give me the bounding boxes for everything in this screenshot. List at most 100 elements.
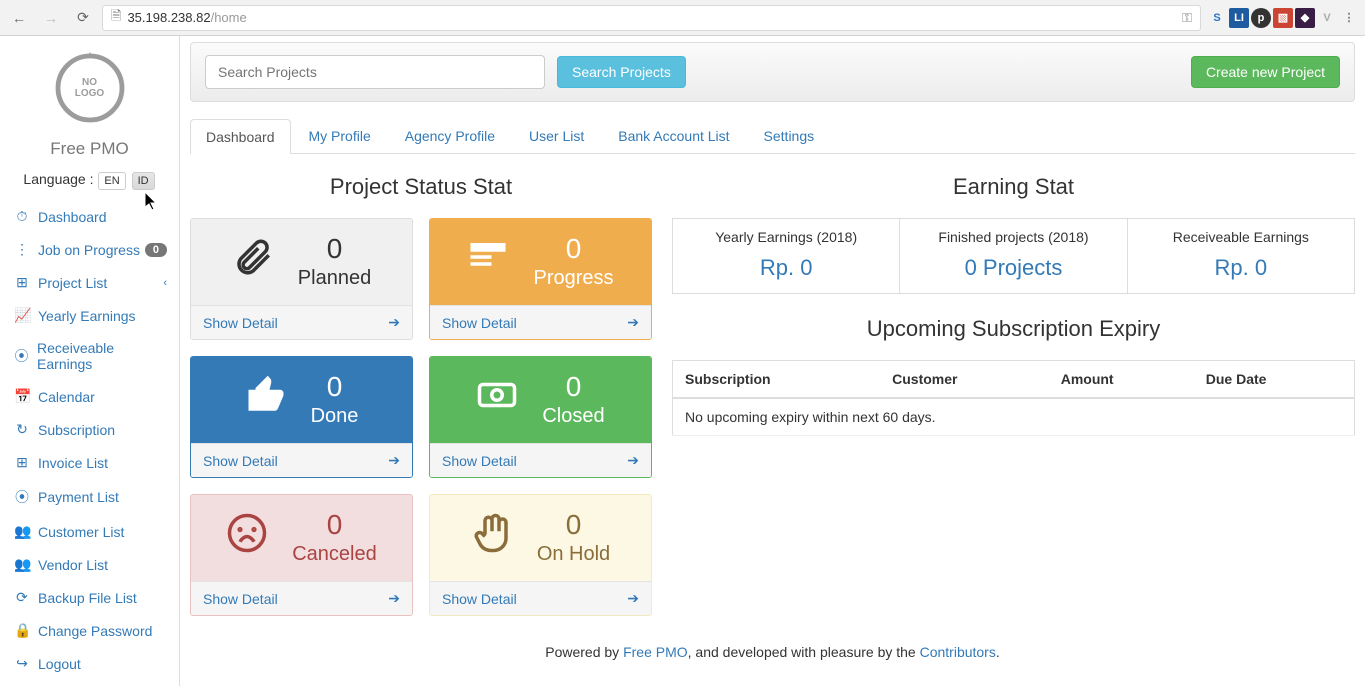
stat-card-progress: 0ProgressShow Detail➔	[429, 218, 652, 340]
back-button[interactable]: ←	[6, 5, 32, 31]
ext-screencast-icon[interactable]: ▧	[1273, 8, 1293, 28]
nav-icon: 👥	[14, 523, 30, 540]
address-bar[interactable]: 🗎 35.198.238.82/home ⚿	[102, 5, 1201, 31]
search-input[interactable]	[205, 55, 545, 89]
earning-cell-value[interactable]: Rp. 0	[1136, 255, 1346, 281]
key-icon: ⚿	[1182, 10, 1192, 26]
nav-icon: ⊞	[14, 274, 30, 291]
toolbar: Search Projects Create new Project	[190, 42, 1355, 102]
footer-link-contributors[interactable]: Contributors	[920, 644, 996, 660]
nav-icon: ↪	[14, 655, 30, 672]
table-header: Customer	[880, 361, 1049, 399]
tab-bank-account-list[interactable]: Bank Account List	[602, 118, 745, 153]
stat-icon	[232, 236, 280, 288]
footer-post: .	[996, 644, 1000, 660]
show-detail-link[interactable]: Show Detail➔	[191, 581, 412, 615]
stat-card-canceled: 0CanceledShow Detail➔	[190, 494, 413, 616]
earning-cell-title: Yearly Earnings (2018)	[681, 229, 891, 245]
sidebar-item-label: Customer List	[38, 524, 124, 540]
sidebar-item-change-password[interactable]: 🔒Change Password	[0, 614, 179, 647]
create-project-button[interactable]: Create new Project	[1191, 56, 1340, 88]
tab-dashboard[interactable]: Dashboard	[190, 119, 291, 154]
arrow-right-icon: ➔	[388, 314, 400, 331]
sidebar-item-subscription[interactable]: ↻Subscription	[0, 413, 179, 446]
sidebar-item-receiveable-earnings[interactable]: ⦿ Receiveable Earnings	[0, 332, 179, 380]
page-icon: 🗎	[111, 7, 121, 29]
stat-num: 0	[542, 373, 604, 401]
lang-id-button[interactable]: ID	[132, 172, 155, 190]
arrow-right-icon: ➔	[388, 452, 400, 469]
menu-icon[interactable]: ⋮	[1339, 8, 1359, 28]
stat-card-on-hold: 0On HoldShow Detail➔	[429, 494, 652, 616]
sidebar-item-calendar[interactable]: 📅 Calendar	[0, 380, 179, 413]
earning-cell: Yearly Earnings (2018) Rp. 0	[673, 219, 900, 293]
show-detail-link[interactable]: Show Detail➔	[430, 443, 651, 477]
stat-label: Closed	[542, 405, 604, 428]
show-detail-link[interactable]: Show Detail➔	[430, 305, 651, 339]
tab-user-list[interactable]: User List	[513, 118, 600, 153]
stat-label: On Hold	[537, 543, 610, 566]
earning-row: Yearly Earnings (2018) Rp. 0 Finished proj…	[672, 218, 1355, 294]
stat-label: Planned	[298, 267, 371, 290]
tab-agency-profile[interactable]: Agency Profile	[389, 118, 511, 153]
stat-label: Progress	[533, 267, 613, 290]
tab-my-profile[interactable]: My Profile	[293, 118, 387, 153]
sidebar-item-label: Yearly Earnings	[38, 308, 136, 324]
sidebar-item-dashboard[interactable]: ⏱Dashboard	[0, 200, 179, 233]
no-logo-line1: NO	[82, 77, 97, 88]
show-detail-link[interactable]: Show Detail➔	[191, 443, 412, 477]
lang-en-button[interactable]: EN	[98, 172, 125, 190]
sidebar-item-label: Vendor List	[38, 557, 108, 573]
stat-card-closed: 0 Closed Show Detail➔	[429, 356, 652, 478]
table-header: Amount	[1049, 361, 1194, 399]
tab-settings[interactable]: Settings	[748, 118, 831, 153]
sidebar-item-job-on-progress[interactable]: ⋮Job on Progress0	[0, 233, 179, 266]
table-empty: No upcoming expiry within next 60 days.	[673, 398, 1355, 436]
nav-icon: ⦿	[14, 346, 29, 366]
sidebar-item-label: Payment List	[38, 489, 119, 505]
url-path: /home	[211, 10, 247, 25]
reload-button[interactable]: ⟳	[70, 5, 96, 31]
language-row: Language : EN ID	[0, 167, 179, 200]
earning-cell-title: Finished projects (2018)	[908, 229, 1118, 245]
stat-icon	[245, 374, 293, 426]
table-header: Subscription	[673, 361, 881, 399]
sidebar-item-label: Receiveable Earnings	[37, 340, 165, 372]
sidebar-item-invoice-list[interactable]: ⊞Invoice List	[0, 446, 179, 479]
nav-icon: ⦿	[14, 487, 30, 507]
subscription-title: Upcoming Subscription Expiry	[672, 316, 1355, 342]
earning-cell-value[interactable]: 0 Projects	[908, 255, 1118, 281]
ext-li-icon[interactable]: LI	[1229, 8, 1249, 28]
show-detail-link[interactable]: Show Detail➔	[430, 581, 651, 615]
subscription-table: SubscriptionCustomerAmountDue Date No up…	[672, 360, 1355, 436]
nav-icon: ⋮	[14, 241, 30, 258]
ext-vue-icon[interactable]: V	[1317, 8, 1337, 28]
earning-cell-title: Receiveable Earnings	[1136, 229, 1346, 245]
no-logo-line2: LOGO	[75, 88, 104, 99]
footer-link-freepmo[interactable]: Free PMO	[623, 644, 688, 660]
nav-icon: ↻	[14, 421, 30, 438]
sidebar-item-customer-list[interactable]: 👥 Customer List	[0, 515, 179, 548]
url-host: 35.198.238.82	[127, 10, 210, 25]
sidebar-item-yearly-earnings[interactable]: 📈Yearly Earnings	[0, 299, 179, 332]
footer-mid: , and developed with pleasure by the	[688, 644, 920, 660]
earning-cell-value[interactable]: Rp. 0	[681, 255, 891, 281]
ext-php-icon[interactable]: p	[1251, 8, 1271, 28]
stat-label: Canceled	[292, 543, 377, 566]
nav-icon: 📅	[14, 388, 30, 405]
ext-dark-icon[interactable]: ◆	[1295, 8, 1315, 28]
show-detail-link[interactable]: Show Detail➔	[191, 305, 412, 339]
sidebar-item-backup-file-list[interactable]: ⟳Backup File List	[0, 581, 179, 614]
ext-similarweb-icon[interactable]: S	[1207, 8, 1227, 28]
sidebar-item-project-list[interactable]: ⊞Project List‹	[0, 266, 179, 299]
search-button[interactable]: Search Projects	[557, 56, 686, 88]
sidebar-item-logout[interactable]: ↪Logout	[0, 647, 179, 680]
arrow-right-icon: ➔	[627, 452, 639, 469]
forward-button[interactable]: →	[38, 5, 64, 31]
sidebar-item-payment-list[interactable]: ⦿ Payment List	[0, 479, 179, 515]
sidebar-item-label: Calendar	[38, 389, 95, 405]
sidebar-item-vendor-list[interactable]: 👥Vendor List	[0, 548, 179, 581]
main: Search Projects Create new Project Dashb…	[180, 36, 1365, 686]
arrow-right-icon: ➔	[388, 590, 400, 607]
footer-pre: Powered by	[545, 644, 623, 660]
